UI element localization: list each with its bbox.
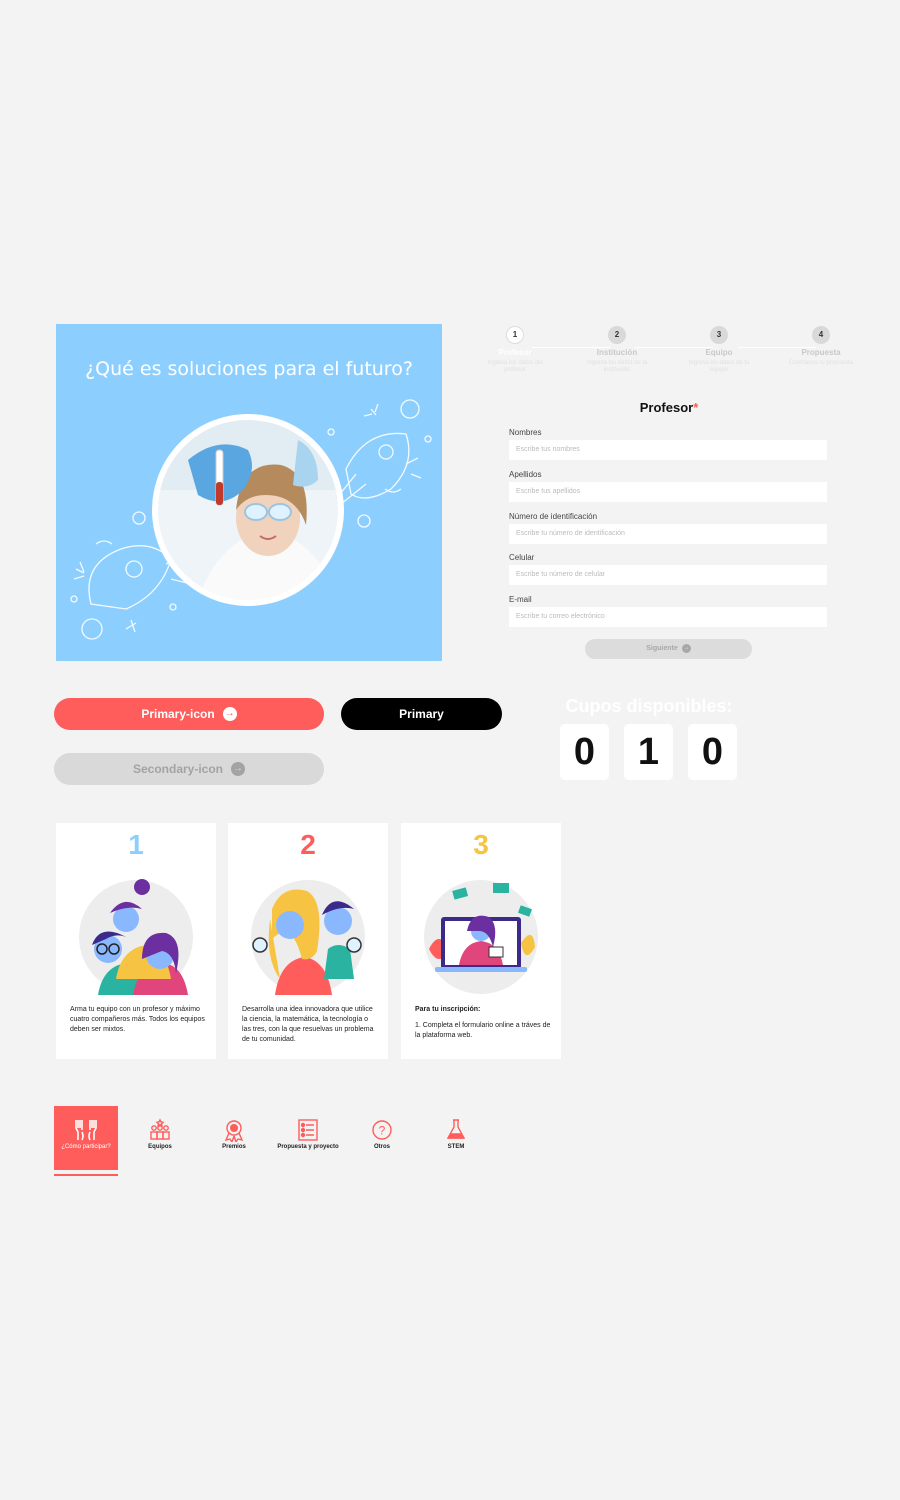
registration-stepper: 1 Profesor Ingresa los datos del profeso… [480, 324, 860, 384]
counter-digit: 1 [624, 724, 673, 780]
step-card-1: 1 Arma tu equipo con un profesor y máxim… [56, 823, 216, 1059]
card-text: Desarrolla una idea innovadora que utili… [242, 1005, 378, 1045]
siguiente-label: Siguiente [646, 645, 678, 652]
step-profesor[interactable]: 1 Profesor Ingresa los datos del profeso… [480, 326, 550, 374]
nombres-field: Nombres Escribe tus nombres [509, 428, 827, 460]
step-label: Institución [596, 348, 638, 357]
apellidos-label: Apellidos [509, 470, 542, 479]
step-label: Propuesta [801, 348, 841, 357]
arrow-right-icon: → [231, 761, 246, 776]
celular-input[interactable]: Escribe tu número de celular [509, 565, 827, 585]
tab-propuesta-proyecto[interactable]: Propuesta y proyecto [276, 1106, 340, 1170]
tab-premios[interactable]: Premios [202, 1106, 266, 1170]
card-number: 2 [300, 829, 316, 860]
form-title-text: Profesor [639, 400, 694, 415]
arrow-right-icon: → [681, 643, 691, 653]
step-equipo[interactable]: 3 Equipo Ingresa los datos de tu equipo [684, 326, 754, 374]
step-number: 2 [608, 326, 626, 344]
tab-label: Otros [373, 1144, 390, 1150]
tab-label: Premios [222, 1144, 246, 1150]
identificacion-field: Número de identificación Escribe tu núme… [509, 512, 827, 544]
primary-icon-label: Primary-icon [141, 707, 215, 721]
medal-icon [202, 1118, 266, 1142]
step-number: 3 [710, 326, 728, 344]
nombres-label: Nombres [509, 428, 542, 437]
idea-illustration [251, 880, 365, 995]
email-input[interactable]: Escribe tu correo electrónico [509, 607, 827, 627]
step-description: Ingresa los datos del profesor [487, 360, 543, 373]
card-text: Arma tu equipo con un profesor y máximo … [70, 1005, 206, 1035]
tab-equipos[interactable]: Equipos [128, 1106, 192, 1170]
tab-stem[interactable]: STEM [424, 1106, 488, 1170]
laptop-illustration [424, 880, 538, 994]
primary-label: Primary [399, 707, 444, 721]
secondary-icon-label: Secondary-icon [132, 762, 224, 776]
checklist-icon [276, 1118, 340, 1142]
step-card-3: 3 Para tu inscripción: 1. Completa el fo… [401, 823, 561, 1059]
apellidos-input[interactable]: Escribe tus apellidos [509, 482, 827, 502]
identificacion-label: Número de identificación [509, 512, 598, 521]
svg-text:?: ? [379, 1124, 386, 1138]
card-description: Desarrolla una idea innovadora que utili… [242, 1006, 374, 1043]
siguiente-button[interactable]: Siguiente → [585, 639, 752, 659]
tab-label: ¿Cómo participar? [61, 1144, 111, 1150]
tab-label: Equipos [148, 1144, 172, 1150]
step-label: Equipo [705, 348, 733, 357]
card-text: Para tu inscripción: 1. Completa el form… [415, 1005, 551, 1041]
raised-hands-icon [54, 1118, 118, 1142]
step-description: Ingresa los datos de tu equipo [688, 360, 750, 373]
team-illustration [79, 879, 193, 995]
celular-label: Celular [509, 553, 535, 562]
tab-como-participar[interactable]: ¿Cómo participar? [54, 1106, 118, 1170]
hero-photo-girl-scientist [158, 420, 338, 600]
cupos-title: Cupos disponibles: [565, 696, 733, 716]
apellidos-field: Apellidos Escribe tus apellidos [509, 470, 827, 502]
required-mark: * [693, 400, 699, 415]
flask-icon [424, 1118, 488, 1142]
primary-button[interactable]: Primary [341, 698, 502, 730]
hero-title: ¿Qué es soluciones para el futuro? [85, 358, 413, 380]
arrow-right-icon: → [222, 706, 237, 721]
step-card-2: 2 Desarrolla una idea innovadora que uti… [228, 823, 388, 1059]
counter-digit: 0 [560, 724, 609, 780]
card-heading: Para tu inscripción: [415, 1006, 481, 1013]
secondary-icon-button[interactable]: Secondary-icon → [54, 753, 324, 785]
celular-field: Celular Escribe tu número de celular [509, 553, 827, 585]
step-institucion[interactable]: 2 Institución Ingresa los datos de la in… [582, 326, 652, 374]
counter-digit: 0 [688, 724, 737, 780]
identificacion-input[interactable]: Escribe tu número de identificación [509, 524, 827, 544]
step-propuesta[interactable]: 4 Propuesta Cuéntanos tu propuesta [786, 326, 856, 367]
email-label: E-mail [509, 595, 532, 604]
tab-otros[interactable]: ? Otros [350, 1106, 414, 1170]
card-number: 3 [473, 829, 489, 860]
card-description: 1. Completa el formulario online a tráve… [415, 1022, 551, 1039]
card-description: Arma tu equipo con un profesor y máximo … [70, 1006, 205, 1033]
step-label: Profesor [498, 348, 532, 357]
step-description: Cuéntanos tu propuesta [788, 360, 854, 366]
primary-icon-button[interactable]: Primary-icon → [54, 698, 324, 730]
nombres-input[interactable]: Escribe tus nombres [509, 440, 827, 460]
step-number: 1 [506, 326, 524, 344]
tab-label: Propuesta y proyecto [277, 1144, 339, 1150]
step-number: 4 [812, 326, 830, 344]
step-description: Ingresa los datos de la institución [586, 360, 648, 373]
team-icon [128, 1118, 192, 1142]
active-tab-indicator [54, 1174, 118, 1176]
form-title: Profesor* [510, 400, 828, 415]
card-number: 1 [128, 829, 144, 860]
tab-label: STEM [447, 1144, 465, 1150]
hero-banner: ¿Qué es soluciones para el futuro? [56, 324, 442, 661]
question-icon: ? [350, 1118, 414, 1142]
email-field: E-mail Escribe tu correo electrónico [509, 595, 827, 627]
